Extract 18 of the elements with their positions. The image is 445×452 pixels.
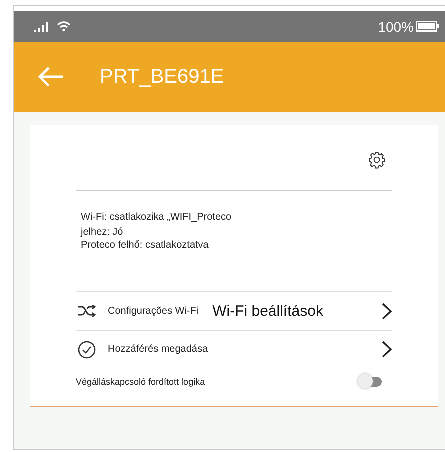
status-text: Wi-Fi: csatlakozika „WIFI_Proteco (81, 211, 233, 224)
check-circle-icon (78, 340, 96, 358)
status-text: jelhez: Jó (81, 226, 124, 239)
device-title: PRT_BE691E (100, 66, 224, 88)
back-arrow-icon (38, 67, 64, 87)
menu-item-caption: Wi-Fi beállítások (212, 302, 324, 320)
toggle-label: Végálláskapcsoló fordított logika (76, 377, 206, 387)
battery-icon (416, 21, 440, 32)
toggle-switch[interactable] (360, 377, 382, 387)
chevron-right-icon[interactable] (382, 302, 392, 320)
status-text: Proteco felhő: csatlakoztatva (81, 239, 210, 252)
battery-percentage: 100% (378, 18, 414, 34)
menu-item-label[interactable]: Hozzáférés megadása (108, 344, 208, 355)
wifi-icon (57, 21, 71, 32)
settings-icon (368, 151, 386, 169)
chevron-right-icon[interactable] (382, 341, 392, 358)
shuffle-icon (78, 305, 96, 317)
menu-item-label[interactable]: Configurações Wi-Fi (108, 306, 199, 316)
